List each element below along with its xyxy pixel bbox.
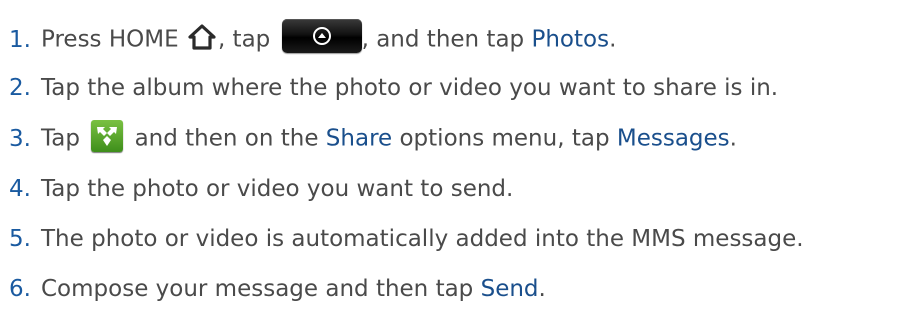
- share-label: Share: [325, 125, 393, 152]
- step-text: .: [729, 125, 737, 152]
- step-number: 6.: [9, 276, 31, 302]
- step-2: 2. Tap the album where the photo or video…: [0, 73, 778, 103]
- step-number: 4.: [9, 176, 31, 202]
- home-icon: [188, 24, 216, 50]
- step-text: Tap the album where the photo or video y…: [41, 75, 779, 101]
- step-text: Press HOME: [41, 26, 179, 53]
- step-text: Compose your message and then tap: [41, 276, 474, 302]
- step-text: , tap: [217, 26, 271, 53]
- step-number: 1.: [9, 26, 31, 53]
- step-text: and then on the: [134, 125, 319, 152]
- step-number: 5.: [9, 226, 31, 252]
- send-label: Send: [480, 276, 539, 302]
- step-5: 5. The photo or video is automatically ad…: [0, 224, 804, 254]
- share-icon: [91, 120, 124, 152]
- step-number: 2.: [9, 75, 31, 101]
- step-text: options menu, tap: [399, 125, 610, 152]
- instruction-steps: 1. Press HOME , tap , and then tap Photos…: [0, 0, 911, 312]
- all-apps-button-icon: [281, 19, 362, 53]
- step-text: Tap: [41, 125, 80, 152]
- step-text: Tap the photo or video you want to send.: [41, 176, 514, 202]
- photos-label: Photos: [531, 26, 610, 53]
- messages-label: Messages: [616, 125, 730, 152]
- step-text: .: [538, 276, 546, 302]
- step-4: 4. Tap the photo or video you want to sen…: [0, 174, 513, 204]
- step-6: 6. Compose your message and then tap Send…: [0, 274, 546, 304]
- step-number: 3.: [9, 125, 31, 152]
- step-text: , and then tap: [361, 26, 525, 53]
- step-1: 1. Press HOME , tap , and then tap Photos…: [0, 19, 617, 57]
- step-3: 3. Tap and then on the Share options menu…: [0, 120, 737, 155]
- step-text: The photo or video is automatically adde…: [41, 226, 804, 252]
- step-text: .: [609, 26, 617, 53]
